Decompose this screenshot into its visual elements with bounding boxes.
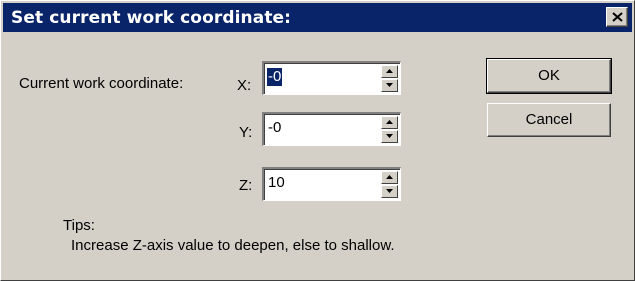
z-input[interactable]: 10 <box>262 167 401 201</box>
close-button[interactable] <box>606 7 628 27</box>
z-label: Z: <box>239 177 253 194</box>
x-input[interactable]: -0 <box>262 61 401 95</box>
x-spin-down-button[interactable] <box>381 79 398 92</box>
z-spin-down-button[interactable] <box>381 185 398 198</box>
y-input[interactable]: -0 <box>262 112 401 146</box>
z-spin-up-button[interactable] <box>381 171 398 184</box>
cancel-button[interactable]: Cancel <box>487 103 611 137</box>
spin-up-icon <box>386 175 393 179</box>
x-spin-up-button[interactable] <box>381 65 398 78</box>
tips-text: Increase Z-axis value to deepen, else to… <box>71 237 395 254</box>
title-bar[interactable]: Set current work coordinate: <box>3 3 632 32</box>
x-label: X: <box>237 77 252 94</box>
x-spinner <box>381 65 398 92</box>
dialog-title: Set current work coordinate: <box>11 8 292 28</box>
y-value: -0 <box>268 119 282 136</box>
spin-down-icon <box>386 83 393 87</box>
y-spin-up-button[interactable] <box>381 116 398 129</box>
y-label: Y: <box>239 124 253 141</box>
spin-down-icon <box>386 189 393 193</box>
x-value: -0 <box>267 68 283 86</box>
z-value: 10 <box>268 174 285 191</box>
z-spinner <box>381 171 398 198</box>
spin-up-icon <box>386 69 393 73</box>
y-spinner <box>381 116 398 143</box>
current-work-coordinate-label: Current work coordinate: <box>19 75 184 92</box>
spin-down-icon <box>386 134 393 138</box>
dialog-window: Set current work coordinate: Current wor… <box>0 0 635 281</box>
close-icon <box>612 12 623 22</box>
tips-heading: Tips: <box>63 217 95 234</box>
y-spin-down-button[interactable] <box>381 130 398 143</box>
ok-button[interactable]: OK <box>486 58 612 94</box>
spin-up-icon <box>386 120 393 124</box>
